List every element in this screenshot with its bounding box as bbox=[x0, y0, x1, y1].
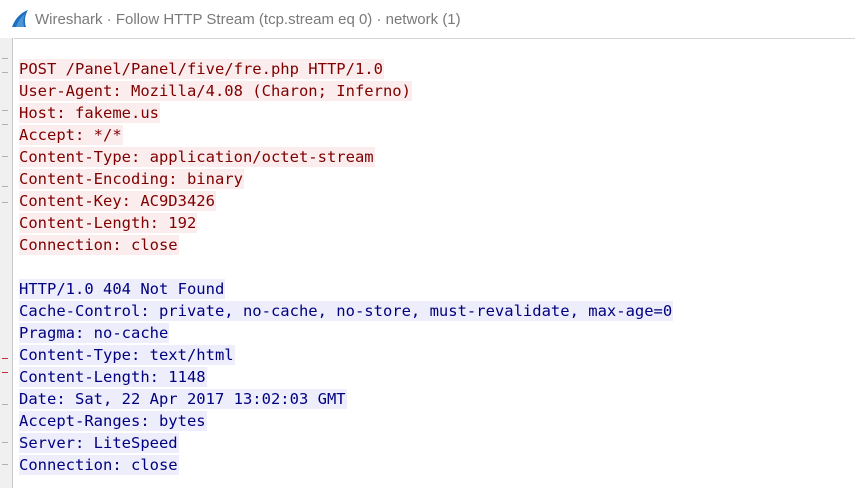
title-bar[interactable]: Wireshark · Follow HTTP Stream (tcp.stre… bbox=[0, 0, 855, 38]
request-line: Accept: */* bbox=[19, 125, 123, 145]
response-line: HTTP/1.0 404 Not Found bbox=[19, 279, 226, 299]
request-line: Content-Length: 192 bbox=[19, 213, 198, 233]
response-line: Cache-Control: private, no-cache, no-sto… bbox=[19, 301, 674, 321]
response-line: Pragma: no-cache bbox=[19, 323, 170, 343]
window-title: Wireshark · Follow HTTP Stream (tcp.stre… bbox=[35, 10, 461, 28]
response-line: Accept-Ranges: bytes bbox=[19, 411, 207, 431]
stream-separator bbox=[19, 256, 673, 278]
stream-content: POST /Panel/Panel/five/fre.php HTTP/1.0 … bbox=[19, 58, 674, 476]
request-line: User-Agent: Mozilla/4.08 (Charon; Infern… bbox=[19, 81, 412, 101]
follow-stream-window: Wireshark · Follow HTTP Stream (tcp.stre… bbox=[0, 0, 855, 488]
response-line: Content-Length: 1148 bbox=[19, 367, 207, 387]
request-line: Host: fakeme.us bbox=[19, 103, 160, 123]
response-line: Date: Sat, 22 Apr 2017 13:02:03 GMT bbox=[19, 389, 347, 409]
request-line: Content-Key: AC9D3426 bbox=[19, 191, 216, 211]
wireshark-fin-icon bbox=[12, 10, 28, 27]
response-line: Connection: close bbox=[19, 455, 179, 475]
response-line: Server: LiteSpeed bbox=[19, 433, 179, 453]
request-line: Content-Encoding: binary bbox=[19, 169, 244, 189]
response-line: Content-Type: text/html bbox=[19, 345, 235, 365]
request-line: POST /Panel/Panel/five/fre.php HTTP/1.0 bbox=[19, 59, 384, 79]
stream-text-view[interactable]: POST /Panel/Panel/five/fre.php HTTP/1.0 … bbox=[14, 38, 855, 488]
request-line: Connection: close bbox=[19, 235, 179, 255]
request-line: Content-Type: application/octet-stream bbox=[19, 147, 375, 167]
background-window-edge bbox=[0, 38, 13, 488]
